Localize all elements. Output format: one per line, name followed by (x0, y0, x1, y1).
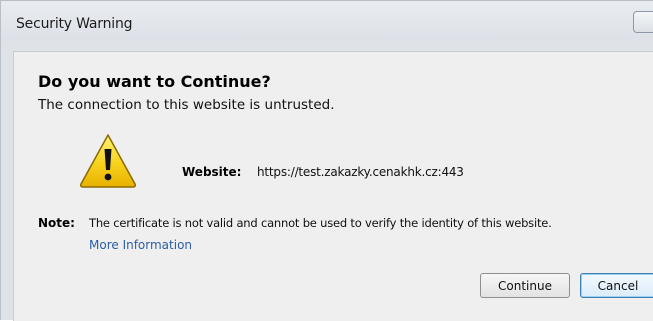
dialog-content: Do you want to Continue? The connection … (13, 51, 653, 321)
website-url: https://test.zakazky.cenakhk.cz:443 (257, 165, 464, 179)
security-warning-window: Security Warning Do you want to Continue… (0, 0, 653, 321)
window-title: Security Warning (16, 16, 133, 32)
note-label: Note: (38, 216, 75, 230)
title-bar[interactable]: Security Warning (1, 1, 653, 41)
continue-button[interactable]: Continue (480, 273, 570, 298)
note-text: The certificate is not valid and cannot … (89, 216, 552, 230)
dialog-subheading: The connection to this website is untrus… (38, 97, 335, 113)
more-information-link[interactable]: More Information (89, 238, 192, 252)
warning-triangle-icon (80, 134, 136, 188)
close-button[interactable] (633, 11, 653, 33)
dialog-heading: Do you want to Continue? (38, 72, 271, 91)
website-label: Website: (182, 165, 242, 179)
cancel-button[interactable]: Cancel (580, 273, 653, 298)
